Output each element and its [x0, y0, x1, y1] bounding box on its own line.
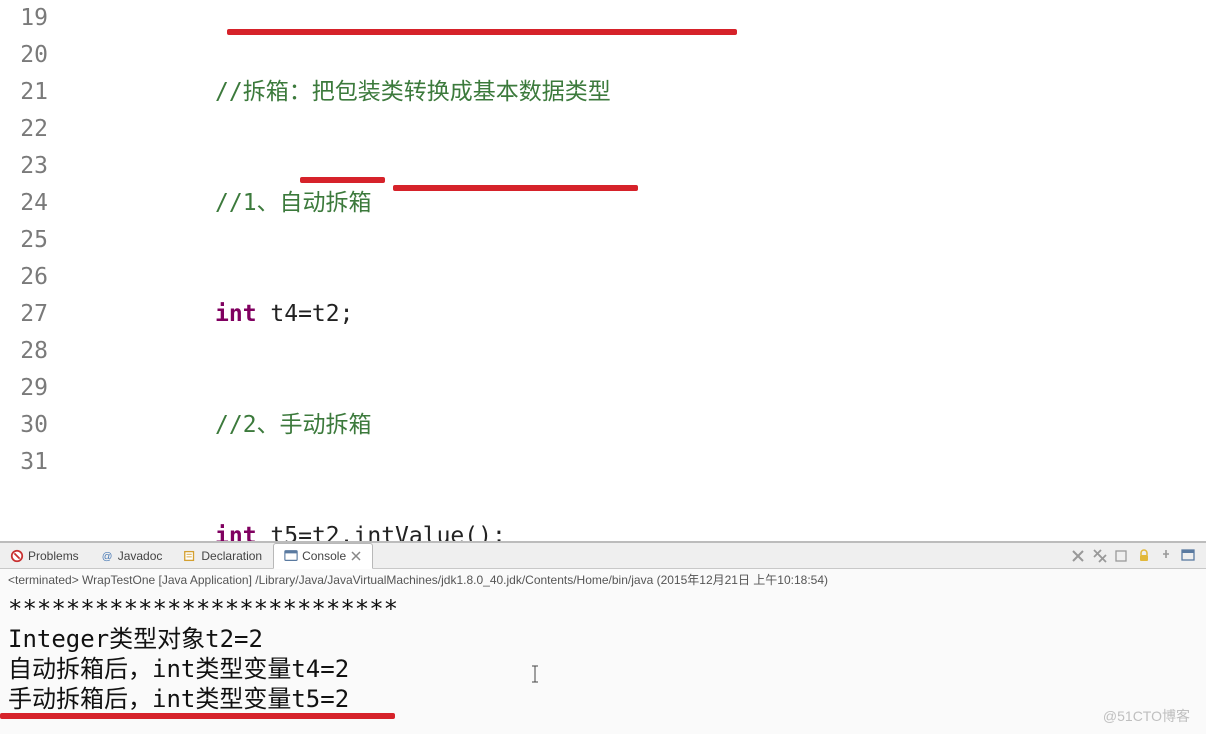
- watermark: @51CTO博客: [1103, 706, 1190, 726]
- line-number-gutter: 19 20 21 22 23 24 25 26 27 28 29 30 31: [0, 0, 60, 541]
- tab-javadoc[interactable]: @ Javadoc: [90, 543, 174, 569]
- tab-console[interactable]: Console: [273, 543, 373, 569]
- code-line-22[interactable]: //2、手动拆箱: [60, 407, 1206, 444]
- line-number: 28: [0, 333, 48, 370]
- clear-console-icon[interactable]: [1114, 548, 1130, 564]
- keyword: int: [215, 301, 257, 327]
- line-number: 23: [0, 148, 48, 185]
- keyword: int: [215, 523, 257, 541]
- tab-label: Javadoc: [118, 549, 163, 563]
- bottom-panel: Problems @ Javadoc Declaration Console: [0, 541, 1206, 734]
- console-line: 手动拆箱后，int类型变量t5=2: [8, 684, 1198, 714]
- tab-label: Console: [302, 549, 346, 563]
- code-text: t5=: [257, 523, 312, 541]
- annotation-underline: [0, 713, 395, 719]
- display-selected-icon[interactable]: [1180, 548, 1196, 564]
- code-text: t4=t2;: [257, 301, 354, 327]
- method-call: intValue(): [354, 523, 492, 541]
- code-text: ;: [492, 523, 506, 541]
- line-number: 24: [0, 185, 48, 222]
- line-number: 22: [0, 111, 48, 148]
- comment-text: //拆箱：把包装类转换成基本数据类型: [215, 79, 611, 105]
- annotation-underline: [393, 185, 638, 191]
- code-line-19[interactable]: //拆箱：把包装类转换成基本数据类型: [60, 74, 1206, 111]
- annotation-underline: [300, 177, 385, 183]
- console-line: Integer类型对象t2=2: [8, 624, 1198, 654]
- terminated-status: <terminated> WrapTestOne [Java Applicati…: [0, 569, 1206, 590]
- console-icon: [284, 549, 298, 563]
- comment-text: //1、自动拆箱: [215, 190, 372, 216]
- code-line-21[interactable]: int t4=t2;: [60, 296, 1206, 333]
- close-icon[interactable]: [350, 550, 362, 562]
- javadoc-icon: @: [100, 549, 114, 563]
- pin-console-icon[interactable]: [1158, 548, 1174, 564]
- remove-launch-icon[interactable]: [1070, 548, 1086, 564]
- console-line: ***************************: [8, 594, 1198, 624]
- console-line: 自动拆箱后，int类型变量t4=2: [8, 654, 1198, 684]
- tab-label: Problems: [28, 549, 79, 563]
- text-cursor-icon: [530, 660, 540, 690]
- remove-all-icon[interactable]: [1092, 548, 1108, 564]
- annotation-underline: [227, 29, 737, 35]
- view-tabs: Problems @ Javadoc Declaration Console: [0, 543, 1206, 569]
- line-number: 20: [0, 37, 48, 74]
- line-number: 26: [0, 259, 48, 296]
- line-number: 27: [0, 296, 48, 333]
- line-number: 31: [0, 444, 48, 481]
- line-number: 25: [0, 222, 48, 259]
- code-text: t2: [312, 523, 340, 541]
- tab-problems[interactable]: Problems: [0, 543, 90, 569]
- scroll-lock-icon[interactable]: [1136, 548, 1152, 564]
- code-text: .: [340, 523, 354, 541]
- line-number: 29: [0, 370, 48, 407]
- problems-icon: [10, 549, 24, 563]
- line-number: 19: [0, 0, 48, 37]
- tab-declaration[interactable]: Declaration: [173, 543, 273, 569]
- code-editor[interactable]: 19 20 21 22 23 24 25 26 27 28 29 30 31 /…: [0, 0, 1206, 541]
- comment-text: //2、手动拆箱: [215, 412, 372, 438]
- code-line-23[interactable]: int t5=t2.intValue();: [60, 518, 1206, 541]
- svg-text:@: @: [101, 550, 112, 562]
- line-number: 21: [0, 74, 48, 111]
- console-output[interactable]: *************************** Integer类型对象t…: [0, 590, 1206, 734]
- line-number: 30: [0, 407, 48, 444]
- declaration-icon: [183, 549, 197, 563]
- code-content[interactable]: //拆箱：把包装类转换成基本数据类型 //1、自动拆箱 int t4=t2; /…: [60, 0, 1206, 541]
- console-toolbar: [1070, 548, 1206, 564]
- tab-label: Declaration: [201, 549, 262, 563]
